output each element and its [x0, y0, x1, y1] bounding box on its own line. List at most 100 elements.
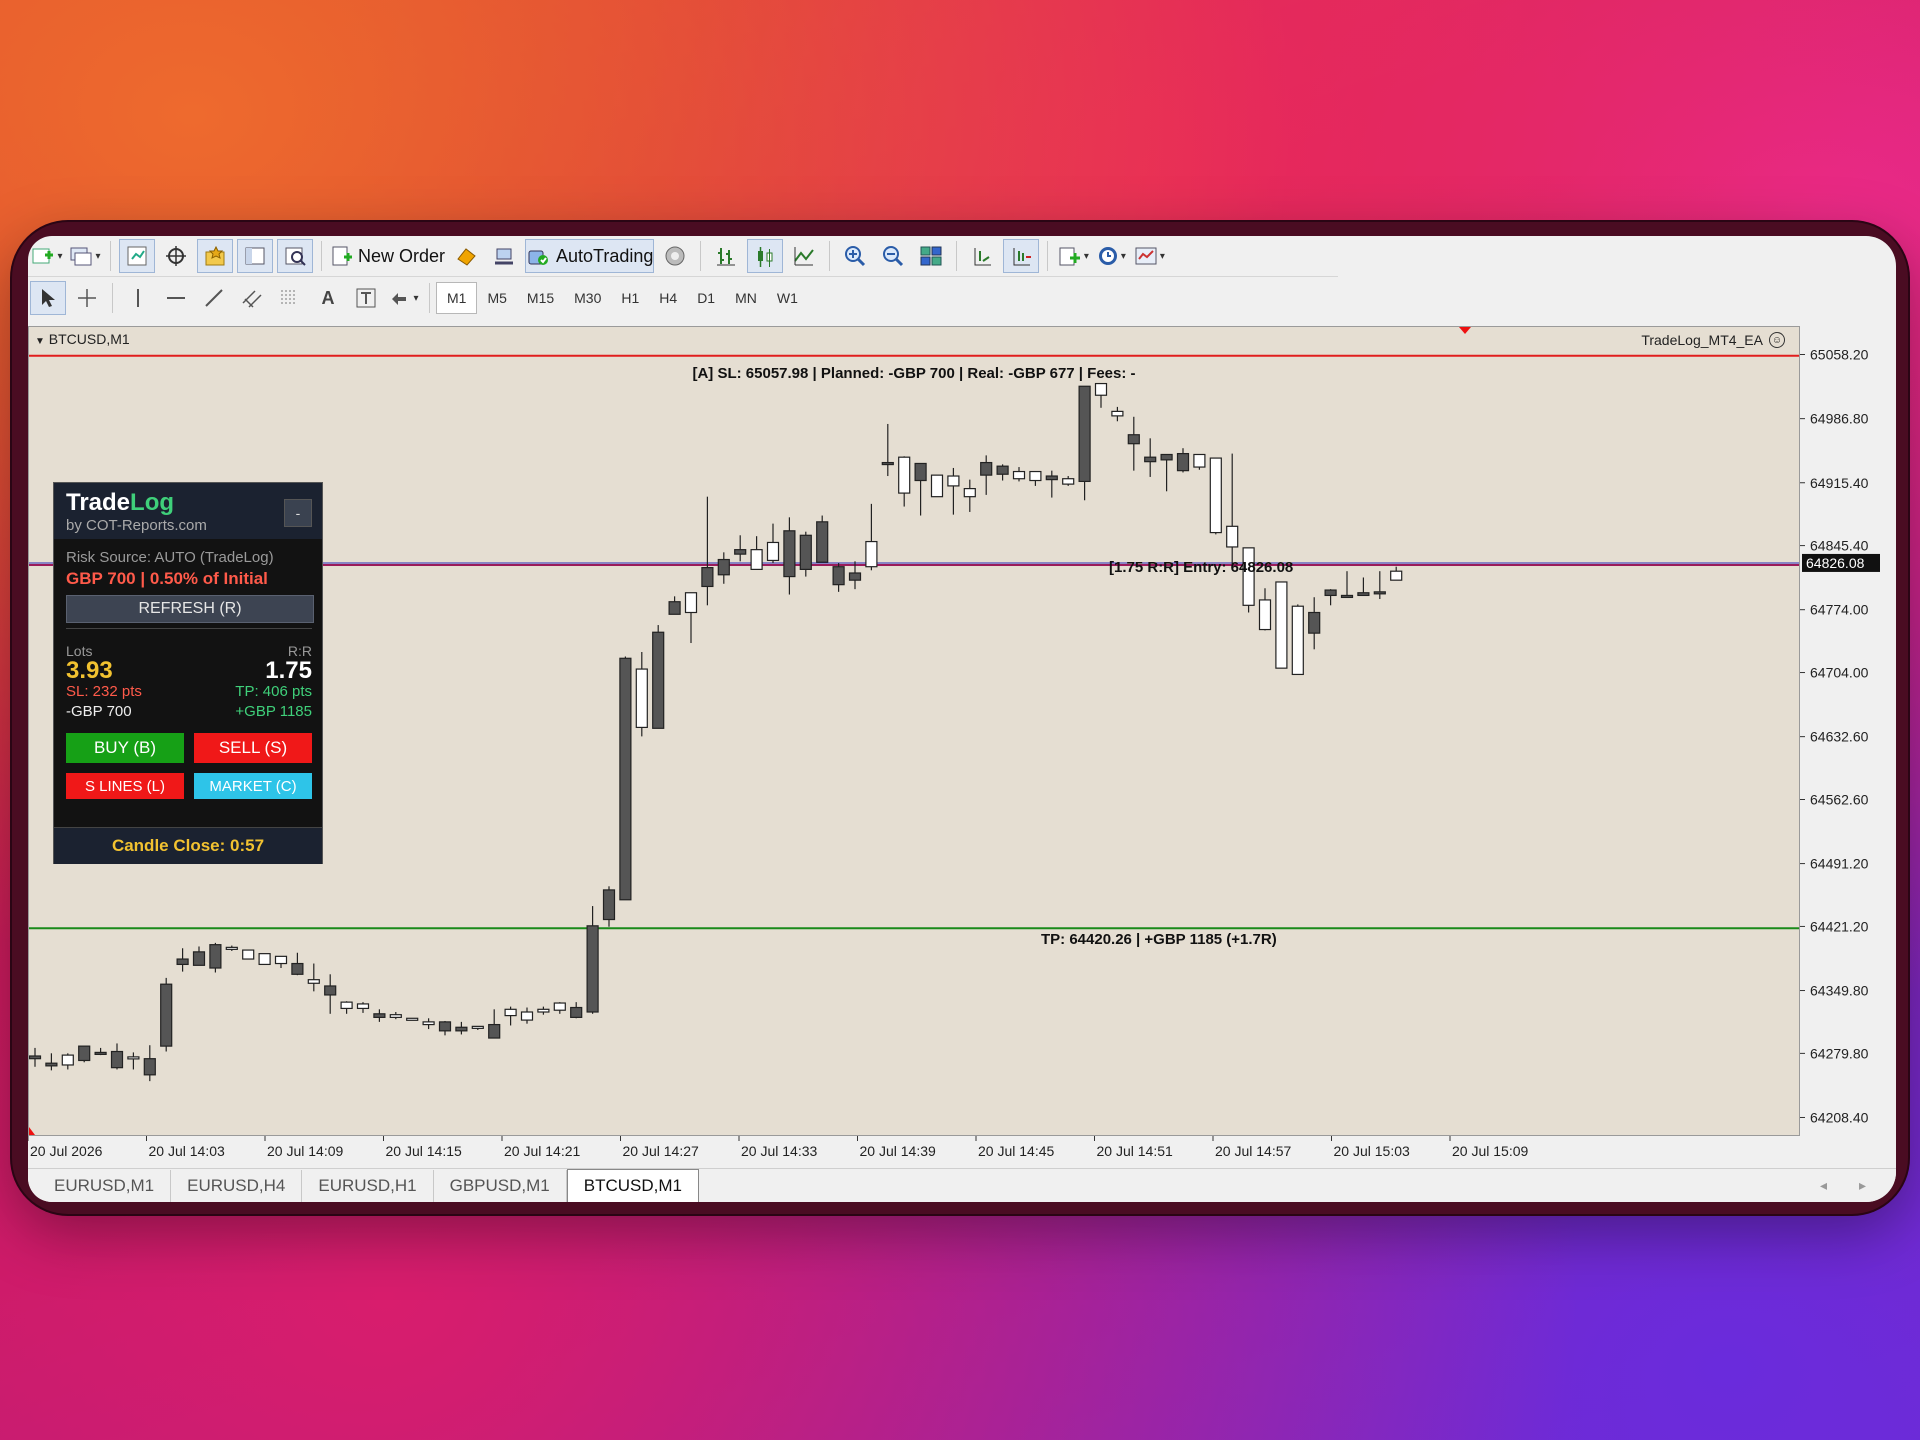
- new-chart-button[interactable]: ▾: [30, 240, 64, 272]
- signals-button[interactable]: [487, 240, 521, 272]
- market-watch-button[interactable]: [119, 239, 155, 273]
- price-label: 64562.60: [1810, 791, 1869, 807]
- candle-body: [1357, 592, 1370, 597]
- panel-title-log: Log: [130, 489, 175, 516]
- metaeditor-button[interactable]: [449, 240, 483, 272]
- candle-body: [45, 1062, 58, 1067]
- periods-button[interactable]: ▾: [1094, 240, 1128, 272]
- candle-body: [1045, 475, 1058, 481]
- horizontal-line-button[interactable]: [159, 282, 193, 314]
- timeframe-w1-button[interactable]: W1: [767, 283, 808, 313]
- timeframe-m15-button[interactable]: M15: [517, 283, 564, 313]
- zoom-in-button[interactable]: [838, 240, 872, 272]
- crosshair-button[interactable]: [159, 240, 193, 272]
- candlesticks-button[interactable]: [747, 239, 784, 273]
- candle-body: [1111, 410, 1124, 417]
- candle-body: [1242, 547, 1255, 606]
- vertical-line-button[interactable]: [121, 282, 155, 314]
- candle-body: [127, 1056, 140, 1060]
- timeframe-m1-button[interactable]: M1: [436, 282, 478, 314]
- tile-windows-button[interactable]: [914, 240, 948, 272]
- candle-body: [832, 566, 845, 586]
- clock-icon: [1098, 247, 1117, 265]
- channel-icon: [242, 290, 262, 308]
- minimize-panel-button[interactable]: -: [284, 499, 312, 527]
- candle-body: [176, 958, 189, 966]
- bar-chart-button[interactable]: [709, 240, 743, 272]
- sell-button[interactable]: SELL (S): [194, 733, 312, 763]
- price-label: 64704.00: [1810, 665, 1869, 681]
- chart-tab[interactable]: EURUSD,H4: [171, 1170, 303, 1202]
- indicators-icon: [1059, 247, 1080, 266]
- terminal-button[interactable]: [237, 239, 273, 273]
- chart-tab[interactable]: GBPUSD,M1: [434, 1170, 567, 1202]
- chart-shift-button[interactable]: [965, 240, 999, 272]
- time-label: 20 Jul 14:27: [623, 1143, 699, 1159]
- cursor-button[interactable]: [30, 281, 66, 315]
- trendline-button[interactable]: [197, 282, 231, 314]
- time-label: 20 Jul 14:39: [860, 1143, 936, 1159]
- timeframe-h4-button[interactable]: H4: [649, 283, 687, 313]
- candle-body: [192, 951, 206, 966]
- autotrading-icon: [528, 250, 549, 265]
- chart-tab[interactable]: EURUSD,M1: [38, 1170, 172, 1202]
- navigator-button[interactable]: [197, 239, 233, 273]
- market-button[interactable]: MARKET (C): [194, 773, 312, 799]
- text-label-icon: [356, 288, 376, 308]
- timeframe-m5-button[interactable]: M5: [477, 283, 516, 313]
- text-tool-button[interactable]: A: [311, 282, 345, 314]
- time-label: 20 Jul 14:45: [978, 1143, 1054, 1159]
- candle-body: [980, 461, 993, 476]
- chart-tab[interactable]: BTCUSD,M1: [566, 1169, 699, 1202]
- timeframe-h1-button[interactable]: H1: [611, 283, 649, 313]
- chart-tab[interactable]: EURUSD,H1: [302, 1170, 434, 1202]
- text-label-button[interactable]: [349, 282, 383, 314]
- autotrading-button[interactable]: AutoTrading: [525, 239, 655, 273]
- crosshair-icon: [166, 246, 186, 266]
- timeframe-d1-button[interactable]: D1: [687, 283, 725, 313]
- chart-area[interactable]: ▼ BTCUSD,M1 TradeLog_MT4_EA ☺ [A] SL: 65…: [28, 326, 1800, 1136]
- price-label: 64845.40: [1810, 538, 1869, 554]
- autoscroll-button[interactable]: [1003, 239, 1040, 273]
- indicators-button[interactable]: ▾: [1056, 240, 1090, 272]
- tab-scroll-arrows[interactable]: ◂ ▸: [1820, 1177, 1880, 1194]
- toolbar-separator: [110, 241, 111, 271]
- crosshair-tool-button[interactable]: [70, 282, 104, 314]
- fibonacci-button[interactable]: [273, 282, 307, 314]
- candle-body: [29, 1055, 42, 1060]
- candle-body: [1324, 589, 1337, 597]
- chart-tabs: EURUSD,M1 EURUSD,H4 EURUSD,H1 GBPUSD,M1 BTCU…: [28, 1168, 1896, 1202]
- candle-body: [471, 1025, 484, 1029]
- timeframe-mn-button[interactable]: MN: [725, 283, 767, 313]
- zoom-out-icon: [883, 246, 904, 267]
- arrows-button[interactable]: ▾: [387, 282, 421, 314]
- candle-body: [1160, 453, 1173, 461]
- s-lines-button[interactable]: S LINES (L): [66, 773, 184, 799]
- zoom-out-button[interactable]: [876, 240, 910, 272]
- equidistant-channel-button[interactable]: [235, 282, 269, 314]
- new-order-icon: [332, 246, 352, 266]
- toolbar-separator: [321, 241, 322, 271]
- profiles-button[interactable]: ▾: [68, 240, 102, 272]
- expert-advisor-header: TradeLog_MT4_EA ☺: [1641, 332, 1785, 348]
- strategy-tester-button[interactable]: [277, 239, 313, 273]
- options-button[interactable]: [658, 240, 692, 272]
- vertical-line-icon: [137, 289, 139, 307]
- line-chart-button[interactable]: [787, 240, 821, 272]
- templates-button[interactable]: ▾: [1132, 240, 1166, 272]
- trendline-icon: [205, 289, 223, 307]
- timeframe-m30-button[interactable]: M30: [564, 283, 611, 313]
- candle-body: [94, 1051, 107, 1056]
- period-marker-icon: [1459, 327, 1471, 334]
- time-label: 20 Jul 14:57: [1215, 1143, 1291, 1159]
- time-label: 20 Jul 14:09: [267, 1143, 343, 1159]
- new-order-button[interactable]: New Order: [330, 240, 445, 272]
- candle-body: [1390, 570, 1403, 581]
- buy-button[interactable]: BUY (B): [66, 733, 184, 763]
- refresh-button[interactable]: REFRESH (R): [66, 595, 314, 623]
- panel-title-trade: Trade: [66, 489, 131, 516]
- candle-body: [1078, 385, 1091, 483]
- bar-chart-icon: [717, 248, 736, 266]
- chart-shift-icon: [974, 248, 992, 266]
- strategy-tester-icon: [285, 247, 306, 266]
